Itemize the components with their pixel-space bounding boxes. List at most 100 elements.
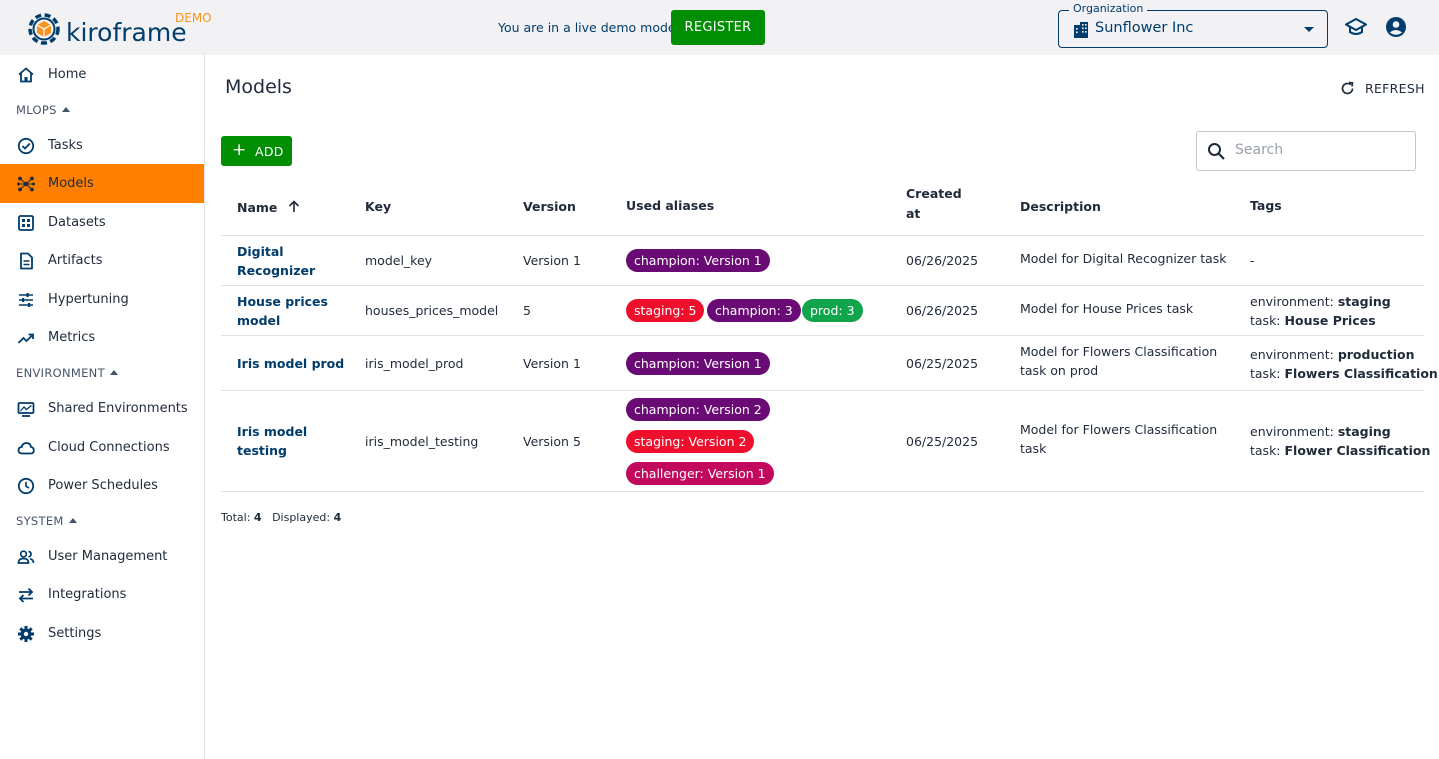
refresh-button[interactable]: REFRESH (1340, 79, 1425, 97)
organization-select[interactable]: Organization Sunflower Inc (1058, 2, 1328, 48)
logo-text: kiroframe (66, 18, 187, 47)
sidebar-item-metrics[interactable]: Metrics (0, 318, 204, 357)
model-version: Version 1 (523, 356, 581, 371)
building-icon (1074, 22, 1088, 38)
add-label: ADD (255, 144, 284, 159)
sidebar-item-user-management[interactable]: User Management (0, 537, 204, 576)
cloud-icon (17, 441, 35, 454)
sidebar-item-cloud-connections[interactable]: Cloud Connections (0, 428, 204, 467)
model-name-link[interactable]: House prices model (237, 292, 328, 330)
account-icon[interactable] (1385, 16, 1407, 38)
model-name-link[interactable]: Digital Recognizer (237, 242, 315, 280)
demo-mode-message: You are in a live demo mode (498, 20, 676, 35)
alias-chip-staging: staging: 5 (626, 299, 705, 322)
section-system[interactable]: SYSTEM (16, 514, 77, 528)
sidebar-item-datasets[interactable]: Datasets (0, 203, 204, 242)
sidebar: Home MLOPS Tasks Models Datasets Artifac… (0, 55, 205, 759)
section-mlops[interactable]: MLOPS (16, 103, 70, 117)
sidebar-item-settings[interactable]: Settings (0, 614, 204, 653)
people-icon (17, 549, 35, 564)
gear-cube-logo-icon (28, 13, 60, 45)
alias-chip-champion: champion: Version 1 (626, 249, 770, 272)
refresh-label: REFRESH (1365, 80, 1425, 96)
table-divider (221, 285, 1424, 286)
sidebar-item-models[interactable]: Models (0, 164, 204, 203)
model-tags: environment: production task: Flowers Cl… (1250, 347, 1438, 381)
column-label: Created (906, 186, 962, 201)
check-circle-icon (17, 137, 35, 154)
column-header-tags: Tags (1250, 198, 1282, 213)
model-description: Model for Flowers Classification task on … (1020, 344, 1218, 378)
sidebar-item-label: Cloud Connections (48, 440, 170, 455)
model-version: Version 1 (523, 253, 581, 268)
graduation-cap-icon[interactable] (1345, 16, 1367, 38)
sidebar-item-hypertuning[interactable]: Hypertuning (0, 280, 204, 319)
column-header-key[interactable]: Key (365, 199, 391, 214)
sidebar-item-tasks[interactable]: Tasks (0, 126, 204, 165)
alias-chip-staging: staging: Version 2 (626, 430, 755, 453)
sidebar-item-label: User Management (48, 549, 168, 564)
model-key: model_key (365, 253, 433, 268)
chevron-down-icon (1304, 27, 1314, 32)
column-header-name[interactable]: Name (237, 199, 300, 215)
demo-badge: DEMO (175, 11, 212, 25)
dataset-icon (18, 214, 34, 231)
sidebar-item-home[interactable]: Home (0, 55, 204, 94)
model-name-link[interactable]: Iris model prod (237, 354, 344, 373)
model-name-link[interactable]: Iris model testing (237, 422, 307, 460)
search-input[interactable] (1235, 142, 1405, 158)
table-divider (221, 335, 1424, 336)
sidebar-item-label: Artifacts (48, 253, 103, 268)
kiroframe-logo[interactable]: kiroframe DEMO (22, 8, 222, 50)
organization-label: Organization (1069, 2, 1148, 15)
hub-icon (17, 176, 35, 191)
sidebar-item-power-schedules[interactable]: Power Schedules (0, 466, 204, 505)
model-version: 5 (523, 303, 531, 318)
model-description: Model for House Prices task (1020, 301, 1194, 316)
created-date: 06/26/2025 (906, 303, 979, 318)
model-description: Model for Flowers Classification task (1020, 422, 1218, 456)
sidebar-item-label: Models (48, 176, 94, 191)
alias-chip-challenger: challenger: Version 1 (626, 462, 774, 485)
model-description: Model for Digital Recognizer task (1020, 251, 1227, 266)
home-icon (18, 66, 34, 82)
table-divider (221, 390, 1424, 391)
sidebar-item-label: Home (48, 67, 87, 82)
sidebar-item-shared-environments[interactable]: Shared Environments (0, 389, 204, 428)
caret-up-icon (61, 107, 70, 112)
register-button[interactable]: REGISTER (671, 10, 765, 45)
model-key: houses_prices_model (365, 303, 499, 318)
column-header-description[interactable]: Description (1020, 199, 1101, 214)
sidebar-item-label: Power Schedules (48, 478, 158, 493)
table-divider (221, 491, 1424, 492)
swap-arrows-icon (18, 587, 34, 603)
trending-up-icon (17, 333, 34, 344)
sidebar-item-label: Tasks (48, 138, 83, 153)
column-label: at (906, 206, 921, 221)
tune-icon (19, 292, 33, 307)
created-date: 06/26/2025 (906, 253, 979, 268)
alias-chip-champion: champion: Version 1 (626, 352, 770, 375)
page-title: Models (225, 76, 292, 98)
created-date: 06/25/2025 (906, 434, 979, 449)
sidebar-item-label: Metrics (48, 330, 96, 345)
sidebar-item-label: Integrations (48, 587, 127, 602)
plus-icon: + (232, 140, 247, 160)
section-label: MLOPS (16, 103, 57, 117)
search-icon (1208, 143, 1225, 160)
sidebar-item-artifacts[interactable]: Artifacts (0, 241, 204, 280)
section-environment[interactable]: ENVIRONMENT (16, 366, 118, 380)
caret-up-icon (109, 370, 118, 375)
monitor-icon (17, 401, 35, 417)
table-totals: Total: 4 Displayed: 4 (221, 511, 342, 524)
column-header-created-at[interactable]: Created at (906, 186, 962, 221)
section-label: ENVIRONMENT (16, 366, 105, 380)
organization-value: Sunflower Inc (1095, 20, 1194, 36)
sidebar-item-integrations[interactable]: Integrations (0, 575, 204, 614)
search-box[interactable] (1196, 131, 1416, 171)
add-model-button[interactable]: + ADD (221, 136, 292, 166)
table-divider (221, 235, 1424, 236)
column-header-version[interactable]: Version (523, 199, 576, 214)
sidebar-item-label: Shared Environments (48, 401, 188, 416)
sort-ascending-icon (288, 200, 299, 212)
